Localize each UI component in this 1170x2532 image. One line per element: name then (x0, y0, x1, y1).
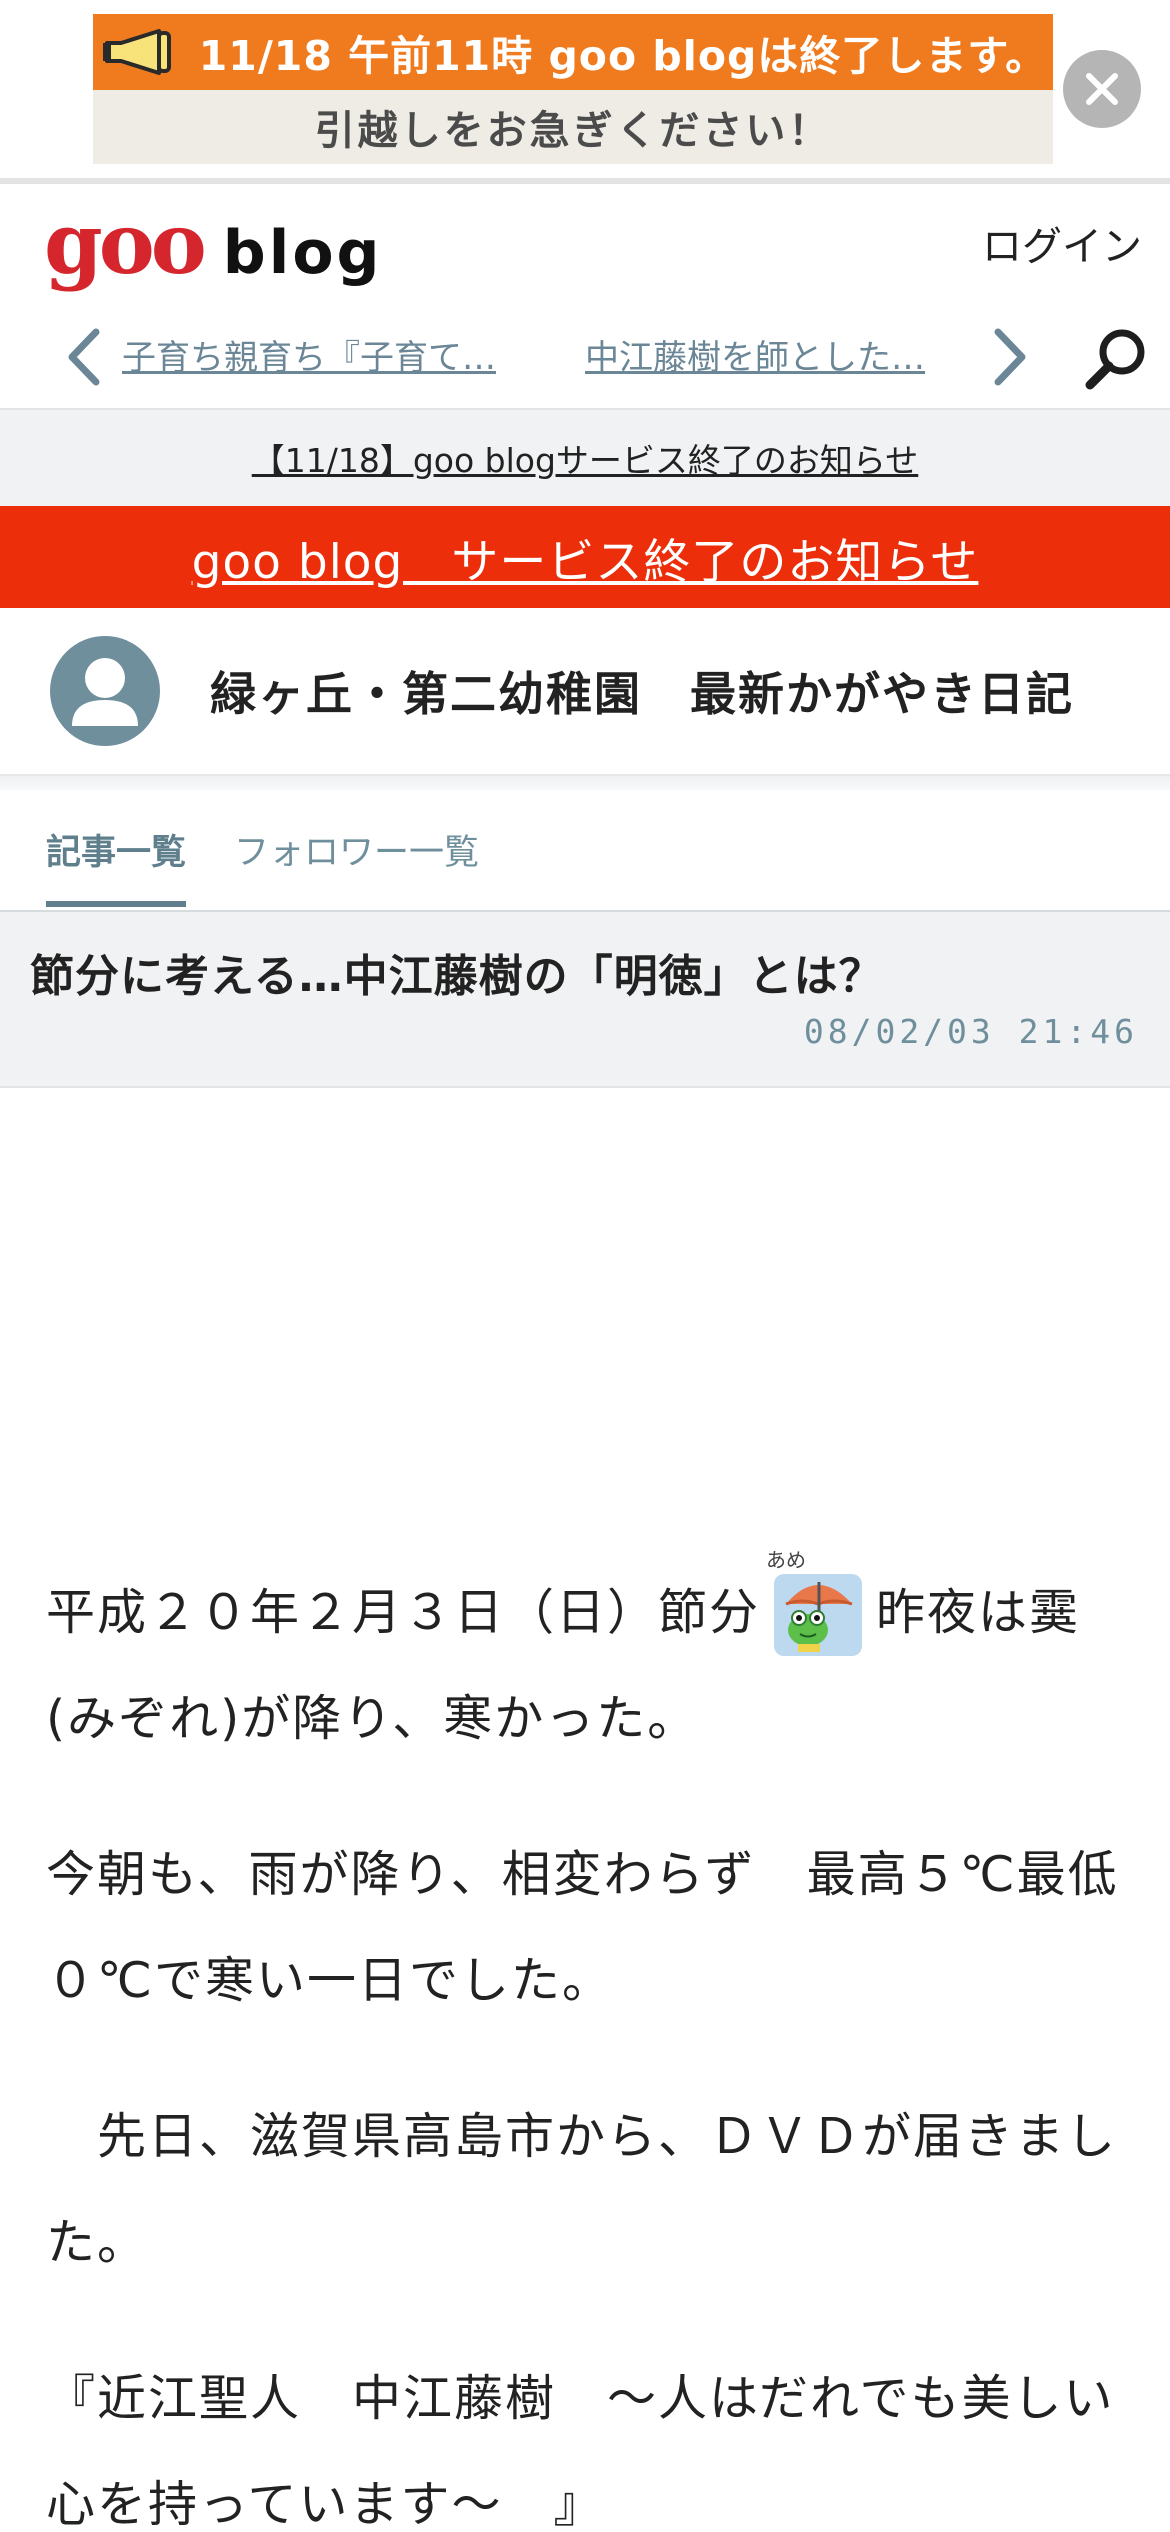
banner-subline: 引越しをお急ぎください！ (93, 90, 1053, 164)
site-header: goo blog ログイン (0, 184, 1170, 312)
entry-paragraph: 今朝も、雨が降り、相変わらず 最高５℃最低０℃で寒い一日でした。 (46, 1846, 1119, 2009)
entry-paragraph: 平成２０年２月３日（日）節分 あめ 昨夜は霙(みぞれ)が降り、寒かった。 (46, 1550, 1136, 1772)
banner-headline: 11/18 午前11時 goo blogは終了します。 (198, 32, 1048, 80)
section-separator (0, 776, 1170, 790)
next-article-link[interactable]: 中江藤樹を師とした… (585, 330, 970, 379)
entry-text: 平成２０年２月３日（日）節分 (46, 1584, 761, 1641)
chevron-right-icon[interactable] (988, 326, 1032, 388)
tab-followers[interactable]: フォロワー一覧 (234, 824, 479, 901)
close-icon (1086, 73, 1118, 105)
entry-date: 08/02/03 21:46 (803, 1012, 1138, 1051)
entry-paragraph: 先日、滋賀県高島市から、ＤＶＤが届きました。 (46, 2108, 1118, 2271)
megaphone-icon (102, 29, 171, 75)
service-end-notice: 【11/18】goo blogサービス終了のお知らせ (0, 410, 1170, 506)
rain-frog-emoji: あめ (766, 1550, 868, 1660)
search-icon[interactable] (1082, 324, 1150, 392)
login-link[interactable]: ログイン (982, 214, 1142, 272)
close-banner-button[interactable] (1063, 50, 1141, 128)
blog-tabs: 記事一覧 フォロワー一覧 (0, 790, 1170, 912)
goo-blog-logo[interactable]: goo blog (44, 194, 383, 293)
entry-title: 節分に考える…中江藤樹の「明徳」とは？ (30, 951, 884, 1002)
entry-body: 平成２０年２月３日（日）節分 あめ 昨夜は霙(みぞれ)が降り、寒かった。 今朝も、… (46, 1550, 1136, 2532)
blog-title-bar: 緑ヶ丘・第二幼稚園 最新かがやき日記 (0, 608, 1170, 776)
prev-article-link[interactable]: 子育ち親育ち『子育て… (122, 330, 502, 379)
service-end-red-link[interactable]: goo blog サービス終了のお知らせ (192, 523, 979, 592)
logo-goo-text: goo (44, 194, 207, 293)
banner-headline-row: 11/18 午前11時 goo blogは終了します。 (93, 14, 1053, 90)
emoji-label: あめ (766, 1547, 807, 1572)
service-end-red-banner: goo blog サービス終了のお知らせ (0, 506, 1170, 608)
avatar[interactable] (50, 636, 160, 746)
entry-paragraph: 『近江聖人 中江藤樹 ～人はだれでも美しい心を持っています～ 』 (46, 2370, 1115, 2532)
top-notice-banner: 11/18 午前11時 goo blogは終了します。 引越しをお急ぎください！ (0, 0, 1170, 178)
service-end-banner[interactable]: 11/18 午前11時 goo blogは終了します。 引越しをお急ぎください！ (93, 14, 1053, 164)
tab-articles[interactable]: 記事一覧 (46, 824, 187, 907)
logo-blog-text: blog (222, 218, 383, 288)
article-navigation: 子育ち親育ち『子育て… 中江藤樹を師とした… (0, 306, 1170, 410)
blog-title[interactable]: 緑ヶ丘・第二幼稚園 最新かがやき日記 (210, 658, 1074, 724)
user-icon (72, 658, 138, 726)
service-end-notice-link[interactable]: 【11/18】goo blogサービス終了のお知らせ (252, 434, 919, 482)
entry-header: 節分に考える…中江藤樹の「明徳」とは？ 08/02/03 21:46 (0, 912, 1170, 1088)
umbrella-frog-icon (774, 1573, 863, 1656)
chevron-left-icon[interactable] (62, 326, 106, 388)
